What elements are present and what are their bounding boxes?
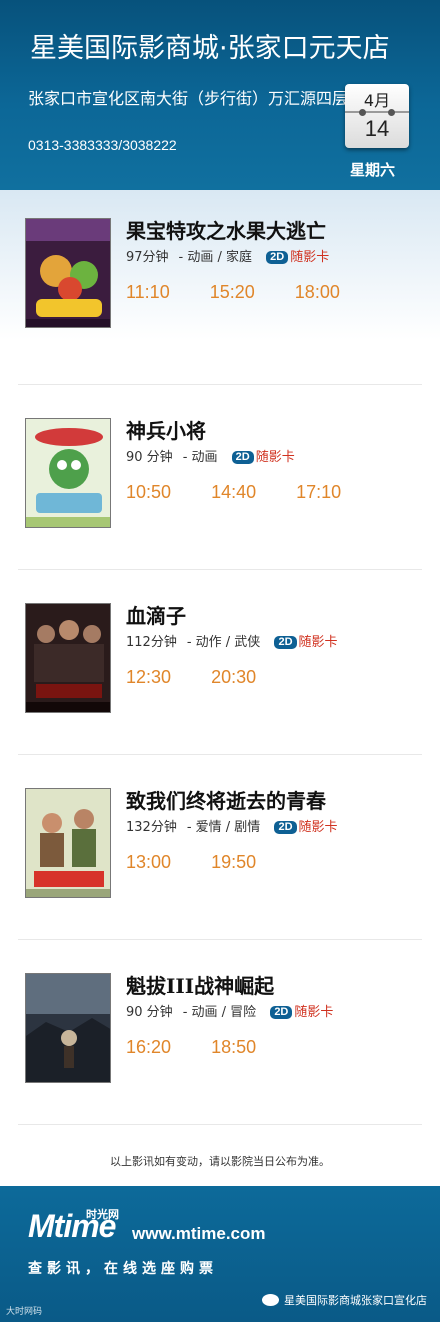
wechat-account: 星美国际影商城张家口宣化店 (262, 1292, 427, 1308)
movie-title[interactable]: 神兵小将 (126, 415, 206, 444)
showtimes: 16:20 18:50 (126, 1037, 291, 1058)
cinema-header: 星美国际影商城·张家口元天店 张家口市宣化区南大街（步行街）万汇源四层 0313… (0, 0, 440, 190)
movie-item[interactable]: 魁拔III战神崛起 90 分钟 - 动画 / 冒险 2D 随影卡 16:20 18:… (0, 955, 440, 1140)
showtime[interactable]: 10:50 (126, 482, 171, 502)
wechat-account-name: 星美国际影商城张家口宣化店 (284, 1294, 427, 1307)
movie-poster[interactable] (25, 973, 111, 1083)
showtime[interactable]: 16:20 (126, 1037, 171, 1057)
footer-watermark: 大时网码 (6, 1307, 43, 1317)
calendar-day: 14 (364, 116, 390, 141)
movie-genre: 动作 / 武侠 (195, 635, 261, 650)
card-label: 随影卡 (294, 1005, 334, 1020)
format-2d-badge: 2D (274, 821, 297, 834)
showtime[interactable]: 17:10 (296, 482, 341, 502)
card-label: 随影卡 (298, 820, 338, 835)
weekday: 星期六 (350, 161, 396, 179)
divider (18, 569, 422, 570)
format-2d-badge: 2D (266, 251, 289, 264)
calendar-ring (359, 109, 366, 116)
showtime[interactable]: 14:40 (211, 482, 256, 502)
card-label: 随影卡 (255, 450, 295, 465)
cinema-title: 星美国际影商城·张家口元天店 (30, 33, 390, 64)
showtimes: 10:50 14:40 17:10 (126, 482, 376, 503)
showtime[interactable]: 11:10 (126, 282, 170, 302)
showtime[interactable]: 18:50 (211, 1037, 256, 1057)
showtimes: 11:10 15:20 18:00 (126, 282, 375, 303)
divider (18, 939, 422, 940)
divider (18, 1124, 422, 1125)
calendar-ring (388, 109, 395, 116)
movie-meta: 132分钟 - 爱情 / 剧情 2D 随影卡 (126, 820, 338, 835)
movie-meta: 90 分钟 - 动画 / 冒险 2D 随影卡 (126, 1005, 334, 1020)
mtime-logo-cn: 时光网 (86, 1208, 119, 1221)
cinema-phone: 0313-3383333/3038222 (28, 137, 177, 153)
movie-duration: 97分钟 (126, 250, 169, 265)
movie-meta: 112分钟 - 动作 / 武侠 2D 随影卡 (126, 635, 338, 650)
mtime-slogan: 查影讯，在线选座购票 (28, 1261, 218, 1277)
calendar-divider (345, 111, 409, 113)
movie-genre: 动画 / 家庭 (187, 250, 253, 265)
movie-title[interactable]: 血滴子 (126, 600, 186, 629)
mtime-logo[interactable]: Mtime 时光网 (28, 1208, 119, 1248)
card-label: 随影卡 (290, 250, 330, 265)
movie-poster[interactable] (25, 603, 111, 713)
movie-meta: 90 分钟 - 动画 2D 随影卡 (126, 450, 295, 465)
mtime-footer: Mtime 时光网 www.mtime.com 查影讯，在线选座购票 星美国际影… (0, 1186, 440, 1322)
movie-item[interactable]: 果宝特攻之水果大逃亡 97分钟 - 动画 / 家庭 2D 随影卡 11:10 15:… (0, 200, 440, 385)
movie-duration: 90 分钟 (126, 450, 173, 465)
calendar-month: 4月 (363, 91, 391, 110)
movie-duration: 112分钟 (126, 635, 177, 650)
movie-title[interactable]: 致我们终将逝去的青春 (126, 785, 326, 814)
showtime[interactable]: 20:30 (211, 667, 256, 687)
movie-genre: 爱情 / 剧情 (195, 820, 261, 835)
wechat-icon (262, 1294, 279, 1306)
format-2d-badge: 2D (231, 451, 254, 464)
calendar-icon: 4月 14 (345, 84, 409, 148)
movie-poster[interactable] (25, 218, 111, 328)
movie-poster[interactable] (25, 418, 111, 528)
movie-poster[interactable] (25, 788, 111, 898)
mtime-url[interactable]: www.mtime.com (132, 1224, 266, 1244)
movie-item[interactable]: 神兵小将 90 分钟 - 动画 2D 随影卡 10:50 14:40 17:10 (0, 400, 440, 585)
showtime[interactable]: 18:00 (295, 282, 340, 302)
movie-title[interactable]: 果宝特攻之水果大逃亡 (126, 215, 326, 244)
movie-duration: 132分钟 (126, 820, 177, 835)
cinema-address: 张家口市宣化区南大街（步行街）万汇源四层 (28, 89, 349, 108)
schedule-notice: 以上影讯如有变动，请以影院当日公布为准。 (110, 1155, 330, 1168)
showtimes: 12:30 20:30 (126, 667, 291, 688)
card-label: 随影卡 (298, 635, 338, 650)
movie-item[interactable]: 血滴子 112分钟 - 动作 / 武侠 2D 随影卡 12:30 20:30 (0, 585, 440, 770)
movie-duration: 90 分钟 (126, 1005, 173, 1020)
showtime[interactable]: 13:00 (126, 852, 171, 872)
movie-item[interactable]: 致我们终将逝去的青春 132分钟 - 爱情 / 剧情 2D 随影卡 13:00 19… (0, 770, 440, 955)
format-2d-badge: 2D (270, 1006, 293, 1019)
movie-genre: 动画 / 冒险 (191, 1005, 257, 1020)
format-2d-badge: 2D (274, 636, 297, 649)
divider (18, 754, 422, 755)
movie-title[interactable]: 魁拔III战神崛起 (126, 970, 274, 999)
showtime[interactable]: 12:30 (126, 667, 171, 687)
movie-meta: 97分钟 - 动画 / 家庭 2D 随影卡 (126, 250, 330, 265)
showtime[interactable]: 15:20 (210, 282, 255, 302)
showtimes: 13:00 19:50 (126, 852, 291, 873)
movie-genre: 动画 (191, 450, 218, 465)
showtime[interactable]: 19:50 (211, 852, 256, 872)
divider (18, 384, 422, 385)
